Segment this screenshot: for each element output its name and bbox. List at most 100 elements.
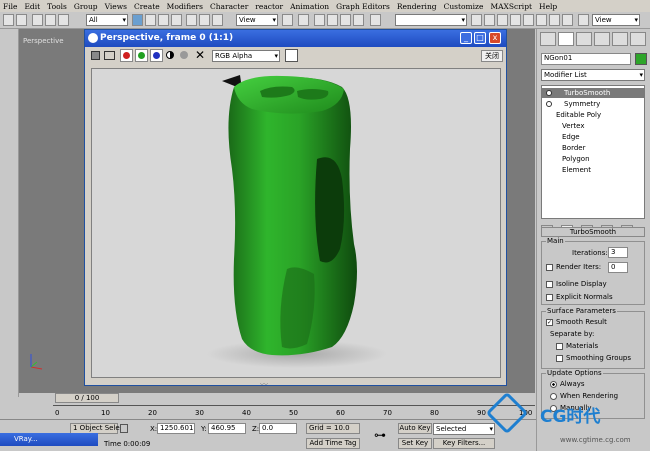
explicit-normals-checkbox[interactable] xyxy=(546,293,553,301)
always-radio[interactable] xyxy=(550,380,557,388)
utilities-tab-icon[interactable] xyxy=(630,32,646,46)
create-tab-icon[interactable] xyxy=(540,32,556,46)
menu-views[interactable]: Views xyxy=(105,2,127,11)
minimize-button[interactable]: _ xyxy=(460,32,472,44)
blue-channel-toggle[interactable] xyxy=(150,49,163,62)
menu-modifiers[interactable]: Modifiers xyxy=(167,2,203,11)
isoline-row[interactable]: Isoline Display xyxy=(546,280,607,288)
menu-graph-editors[interactable]: Graph Editors xyxy=(336,2,390,11)
modifier-stack[interactable]: TurboSmooth Symmetry Editable Poly Verte… xyxy=(541,85,645,219)
snap-toggle-icon[interactable] xyxy=(314,14,325,26)
lightbulb-icon[interactable] xyxy=(546,101,552,107)
clear-icon[interactable]: ✕ xyxy=(195,48,205,63)
key-icon[interactable]: ⊶ xyxy=(374,428,386,442)
clone-icon[interactable] xyxy=(104,51,115,60)
material-editor-icon[interactable] xyxy=(536,14,547,26)
named-selection-sets-dropdown[interactable] xyxy=(395,14,467,26)
menu-group[interactable]: Group xyxy=(74,2,98,11)
maximize-button[interactable]: □ xyxy=(474,32,486,44)
isoline-checkbox[interactable] xyxy=(546,280,553,288)
frame-window-title[interactable]: Perspective, frame 0 (1:1) xyxy=(85,30,506,47)
rotate-icon[interactable] xyxy=(199,14,210,26)
region-select-icon[interactable] xyxy=(158,14,169,26)
channel-dropdown[interactable]: RGB Alpha xyxy=(212,50,280,62)
smoothing-groups-checkbox[interactable] xyxy=(556,354,563,362)
key-mode-dropdown[interactable]: Selected xyxy=(433,423,495,435)
link-icon[interactable] xyxy=(32,14,43,26)
menu-animation[interactable]: Animation xyxy=(290,2,329,11)
schematic-view-icon[interactable] xyxy=(523,14,534,26)
mirror-icon[interactable] xyxy=(471,14,482,26)
key-filters-button[interactable]: Key Filters... xyxy=(433,438,495,449)
render-scene-icon[interactable] xyxy=(549,14,560,26)
smooth-result-checkbox[interactable]: ✓ xyxy=(546,318,553,326)
redo-icon[interactable] xyxy=(16,14,27,26)
select-manipulate-icon[interactable] xyxy=(298,14,309,26)
stack-item-vertex[interactable]: Vertex xyxy=(542,121,644,131)
when-rendering-radio[interactable] xyxy=(550,392,557,400)
layer-manager-icon[interactable] xyxy=(497,14,508,26)
window-crossing-icon[interactable] xyxy=(171,14,182,26)
render-region-dropdown[interactable]: View xyxy=(592,14,640,26)
scale-icon[interactable] xyxy=(212,14,223,26)
materials-row[interactable]: Materials xyxy=(556,342,598,350)
quick-render-icon[interactable] xyxy=(562,14,573,26)
select-object-icon[interactable] xyxy=(132,14,143,26)
undo-icon[interactable] xyxy=(3,14,14,26)
stack-item-polygon[interactable]: Polygon xyxy=(542,154,644,164)
y-coord-field[interactable]: 460.95 xyxy=(208,423,246,434)
menu-character[interactable]: Character xyxy=(210,2,248,11)
smoothing-groups-row[interactable]: Smoothing Groups xyxy=(556,354,631,362)
modifier-list-dropdown[interactable]: Modifier List xyxy=(541,69,645,81)
pivot-center-icon[interactable] xyxy=(282,14,293,26)
object-color-swatch[interactable] xyxy=(635,53,647,65)
unlink-icon[interactable] xyxy=(45,14,56,26)
stack-item-border[interactable]: Border xyxy=(542,143,644,153)
always-row[interactable]: Always xyxy=(550,380,585,388)
selection-filter-dropdown[interactable]: All xyxy=(86,14,128,26)
stack-item-edge[interactable]: Edge xyxy=(542,132,644,142)
named-selection-icon[interactable] xyxy=(370,14,381,26)
move-icon[interactable] xyxy=(186,14,197,26)
menu-tools[interactable]: Tools xyxy=(47,2,67,11)
explicit-normals-row[interactable]: Explicit Normals xyxy=(546,293,613,301)
add-time-tag-button[interactable]: Add Time Tag xyxy=(306,438,360,449)
resize-grip-icon[interactable]: 〰 xyxy=(260,379,268,390)
modify-tab-icon[interactable] xyxy=(558,32,574,46)
align-icon[interactable] xyxy=(484,14,495,26)
object-name-field[interactable]: NGon01 xyxy=(541,53,631,65)
stack-item-turbosmooth[interactable]: TurboSmooth xyxy=(542,88,644,98)
spinner-snap-icon[interactable] xyxy=(353,14,364,26)
iterations-spinner[interactable]: 3 xyxy=(608,247,628,258)
viewport-label[interactable]: Perspective xyxy=(23,37,64,45)
lock-icon[interactable] xyxy=(120,424,128,433)
menu-create[interactable]: Create xyxy=(134,2,160,11)
stack-item-symmetry[interactable]: Symmetry xyxy=(542,99,644,109)
menu-file[interactable]: File xyxy=(3,2,17,11)
menu-reactor[interactable]: reactor xyxy=(255,2,283,11)
time-slider[interactable]: 0 / 100 xyxy=(55,393,119,403)
menu-help[interactable]: Help xyxy=(539,2,557,11)
color-swatch[interactable] xyxy=(285,49,298,62)
select-by-name-icon[interactable] xyxy=(145,14,156,26)
set-key-button[interactable]: Set Key xyxy=(398,438,432,449)
percent-snap-icon[interactable] xyxy=(340,14,351,26)
save-icon[interactable] xyxy=(91,51,100,60)
stack-item-editable-poly[interactable]: Editable Poly xyxy=(542,110,644,120)
turbosmooth-rollout-header[interactable]: TurboSmooth xyxy=(541,227,645,237)
reference-coordinate-dropdown[interactable]: View xyxy=(236,14,278,26)
stack-item-element[interactable]: Element xyxy=(542,165,644,175)
close-label-button[interactable]: 关闭 xyxy=(481,50,503,62)
menu-customize[interactable]: Customize xyxy=(444,2,484,11)
menu-maxscript[interactable]: MAXScript xyxy=(490,2,532,11)
bind-space-warp-icon[interactable] xyxy=(58,14,69,26)
alpha-channel-icon[interactable] xyxy=(166,51,174,59)
motion-tab-icon[interactable] xyxy=(594,32,610,46)
hierarchy-tab-icon[interactable] xyxy=(576,32,592,46)
render-iters-checkbox[interactable] xyxy=(546,263,553,271)
render-type-icon[interactable] xyxy=(578,14,589,26)
when-rendering-row[interactable]: When Rendering xyxy=(550,392,618,400)
lightbulb-icon[interactable] xyxy=(546,90,552,96)
menu-edit[interactable]: Edit xyxy=(24,2,40,11)
smooth-result-row[interactable]: ✓ Smooth Result xyxy=(546,318,607,326)
